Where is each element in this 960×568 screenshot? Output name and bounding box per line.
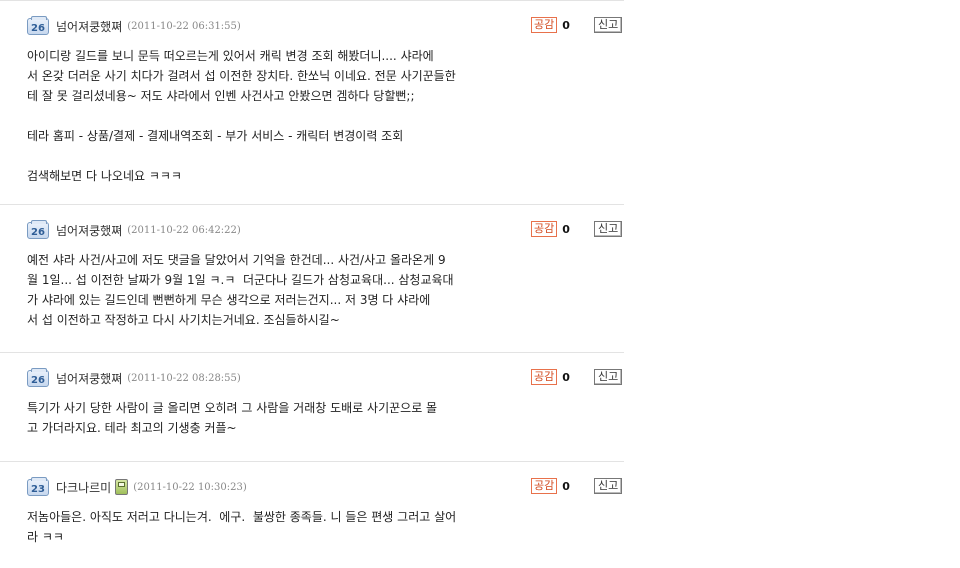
comment-date: (2011-10-22 10:30:23) — [133, 481, 247, 493]
level-badge-icon: 26 — [27, 219, 49, 239]
comment-header: 26 넘어져쿵했쪄 (2011-10-22 08:28:55) — [27, 367, 241, 387]
author-nickname[interactable]: 다크나르미 — [56, 479, 111, 496]
comment-header: 26 넘어져쿵했쪄 (2011-10-22 06:31:55) — [27, 15, 241, 35]
comment-body: 특기가 사기 당한 사람이 글 올리면 오히려 그 사람을 거래창 도배로 사기… — [27, 398, 507, 438]
comment-line: 가 샤라에 있는 길드인데 뻔뻔하게 무슨 생각으로 저러는건지... 저 3명… — [27, 293, 431, 307]
empathy-count: 0 — [562, 18, 570, 32]
comment-header: 26 넘어져쿵했쪄 (2011-10-22 06:42:22) — [27, 219, 241, 239]
comment-date: (2011-10-22 08:28:55) — [127, 372, 241, 384]
report-button[interactable]: 신고 — [594, 369, 623, 385]
empathy-group: 공감 0 — [531, 17, 570, 33]
empathy-button[interactable]: 공감 — [531, 369, 558, 385]
empathy-count: 0 — [562, 479, 570, 493]
comment-body: 예전 샤라 사건/사고에 저도 댓글을 달았어서 기억을 한건데... 사건/사… — [27, 250, 507, 330]
report-button[interactable]: 신고 — [594, 17, 623, 33]
comment-line — [27, 146, 507, 166]
comment-line: 특기가 사기 당한 사람이 글 올리면 오히려 그 사람을 거래창 도배로 사기… — [27, 401, 438, 415]
comment-date: (2011-10-22 06:31:55) — [127, 20, 241, 32]
author-nickname[interactable]: 넘어져쿵했쪄 — [56, 222, 122, 239]
comment-line: 테라 홈피 - 상품/결제 - 결제내역조회 - 부가 서비스 - 캐릭터 변경… — [27, 129, 404, 143]
comment-body: 저놈아들은. 아직도 저러고 다니는겨. 에구. 불쌍한 종족들. 니 들은 편… — [27, 507, 507, 547]
comment-body: 아이디랑 길드를 보니 문득 떠오르는게 있어서 캐릭 변경 조회 해봤더니..… — [27, 46, 507, 186]
empathy-button[interactable]: 공감 — [531, 221, 558, 237]
comment-item: 26 넘어져쿵했쪄 (2011-10-22 06:42:22) 공감 0 신고 … — [0, 205, 624, 353]
comment-item: 26 넘어져쿵했쪄 (2011-10-22 06:31:55) 공감 0 신고 … — [0, 0, 624, 205]
comment-line: 아이디랑 길드를 보니 문득 떠오르는게 있어서 캐릭 변경 조회 해봤더니..… — [27, 49, 434, 63]
comment-line: 라 ㅋㅋ — [27, 530, 64, 544]
level-badge-icon: 26 — [27, 367, 49, 387]
level-badge-icon: 23 — [27, 476, 49, 496]
comment-line: 예전 샤라 사건/사고에 저도 댓글을 달았어서 기억을 한건데... 사건/사… — [27, 253, 446, 267]
comment-line: 서 온갖 더러운 사기 치다가 걸려서 섭 이전한 장치타. 한쏘닉 이네요. … — [27, 69, 456, 83]
empathy-button[interactable]: 공감 — [531, 17, 558, 33]
comment-item: 23 다크나르미 (2011-10-22 10:30:23) 공감 0 신고 저… — [0, 462, 624, 568]
comment-line: 테 잘 못 걸리셨네용~ 저도 샤라에서 인벤 사건사고 안봤으면 겜하다 당할… — [27, 89, 415, 103]
comment-line: 검색해보면 다 나오네요 ㅋㅋㅋ — [27, 169, 182, 183]
report-button[interactable]: 신고 — [594, 221, 623, 237]
comment-line: 월 1일... 섭 이전한 날짜가 9월 1일 ㅋ.ㅋ 더군다나 길드가 삼청교… — [27, 273, 454, 287]
empathy-button[interactable]: 공감 — [531, 478, 558, 494]
empathy-count: 0 — [562, 370, 570, 384]
comment-list: 26 넘어져쿵했쪄 (2011-10-22 06:31:55) 공감 0 신고 … — [0, 0, 624, 568]
mobile-phone-icon — [115, 479, 129, 495]
author-nickname[interactable]: 넘어져쿵했쪄 — [56, 18, 122, 35]
empathy-group: 공감 0 — [531, 478, 570, 494]
comment-line: 서 섭 이전하고 작정하고 다시 사기치는거네요. 조심들하시길~ — [27, 313, 340, 327]
level-badge-icon: 26 — [27, 15, 49, 35]
comment-line — [27, 106, 507, 126]
comment-line: 저놈아들은. 아직도 저러고 다니는겨. 에구. 불쌍한 종족들. 니 들은 편… — [27, 510, 457, 524]
empathy-count: 0 — [562, 222, 570, 236]
comment-line: 고 가더라지요. 테라 최고의 기생충 커플~ — [27, 421, 237, 435]
comment-date: (2011-10-22 06:42:22) — [127, 224, 241, 236]
empathy-group: 공감 0 — [531, 221, 570, 237]
empathy-group: 공감 0 — [531, 369, 570, 385]
report-button[interactable]: 신고 — [594, 478, 623, 494]
comment-header: 23 다크나르미 (2011-10-22 10:30:23) — [27, 476, 247, 496]
author-nickname[interactable]: 넘어져쿵했쪄 — [56, 370, 122, 387]
comment-item: 26 넘어져쿵했쪄 (2011-10-22 08:28:55) 공감 0 신고 … — [0, 353, 624, 462]
